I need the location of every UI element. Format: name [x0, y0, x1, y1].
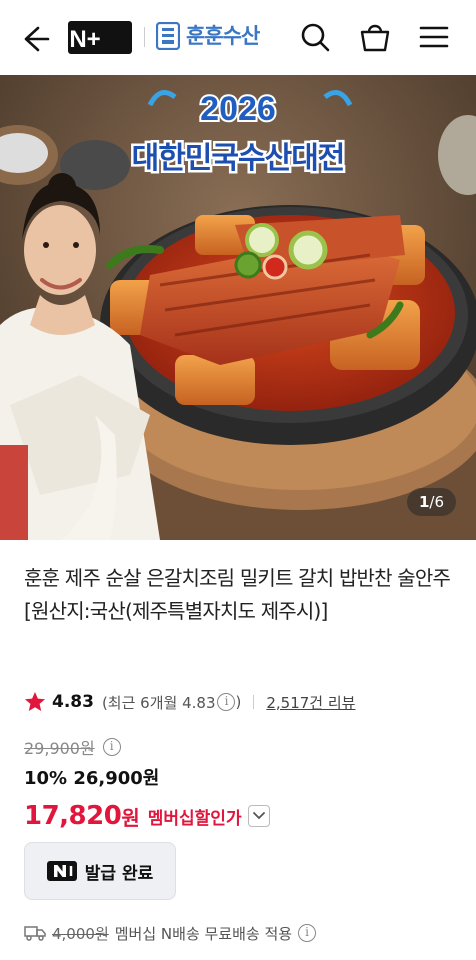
- star-icon: [25, 692, 45, 711]
- membership-price-row: 17,820 원 멤버십할인가: [24, 798, 270, 834]
- image-counter-current: 1: [418, 493, 430, 511]
- banner-title: 대한민국수산대전: [132, 141, 345, 176]
- menu-icon[interactable]: [417, 20, 451, 54]
- membership-price-unit: 원: [121, 805, 140, 830]
- rating-divider: [253, 695, 255, 709]
- rating-row: 4.83 (최근 6개월 4.83 i) 2,517건 리뷰: [24, 687, 355, 717]
- chevron-down-icon[interactable]: [247, 805, 270, 827]
- discount-price: 10% 26,900원: [24, 768, 160, 789]
- membership-price: 17,820: [24, 801, 122, 831]
- shipping-fee: 4,000원: [52, 924, 109, 943]
- store-name[interactable]: 훈훈수산: [186, 20, 260, 52]
- coupon-issued-button[interactable]: 발급 완료: [24, 842, 176, 900]
- image-counter: 1/6: [406, 488, 456, 516]
- original-price: 29,900원: [24, 739, 95, 758]
- banner-year: 2026: [200, 90, 276, 128]
- store-logo-icon[interactable]: [156, 22, 180, 50]
- product-image-carousel[interactable]: 2026 대한민국수산대전 1/6: [0, 75, 476, 540]
- rating-score: 4.83: [52, 692, 94, 712]
- shipping-text: 멤버십 N배송 무료배송 적용: [114, 924, 293, 943]
- naver-plus-logo[interactable]: N+: [68, 21, 132, 54]
- truck-icon: [24, 926, 46, 941]
- price-info-icon[interactable]: i: [102, 738, 121, 756]
- shipping-row: 4,000원 멤버십 N배송 무료배송 적용 i: [24, 920, 317, 946]
- top-nav-bar: N+ 훈훈수산: [0, 0, 476, 75]
- recent-rating-text: (최근 6개월 4.83: [101, 693, 216, 712]
- product-title: 훈훈 제주 순살 은갈치조림 밀키트 갈치 밥반찬 술안주 [원산지:국산(제주…: [24, 566, 451, 623]
- shopping-bag-icon[interactable]: [358, 20, 392, 54]
- logo-text: N+: [69, 26, 100, 53]
- coupon-label: 발급 완료: [84, 863, 154, 884]
- image-counter-total: /6: [429, 493, 444, 511]
- recent-rating-close: ): [235, 693, 242, 711]
- membership-price-label: 멤버십할인가: [147, 808, 242, 829]
- product-photo: 2026 대한민국수산대전: [0, 75, 476, 540]
- info-icon[interactable]: i: [217, 693, 236, 711]
- header-divider: [144, 27, 145, 47]
- naver-n-icon: [46, 861, 77, 881]
- search-icon[interactable]: [298, 20, 332, 54]
- shipping-info-icon[interactable]: i: [298, 924, 317, 942]
- recent-rating: (최근 6개월 4.83 i): [102, 692, 241, 713]
- original-price-row: 29,900원 i: [24, 735, 121, 759]
- back-arrow-icon[interactable]: [18, 22, 52, 56]
- review-count-link[interactable]: 2,517건 리뷰: [266, 692, 355, 713]
